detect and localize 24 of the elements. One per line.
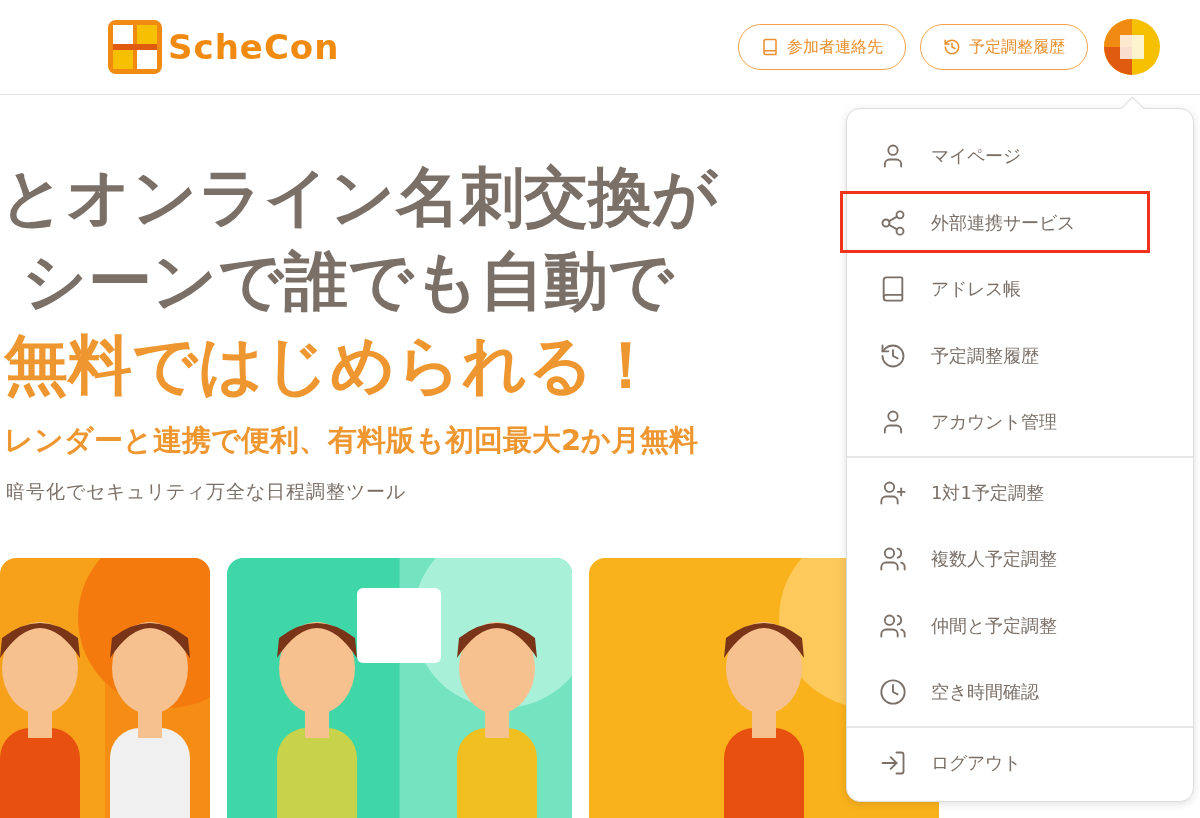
logo-icon bbox=[108, 20, 162, 74]
headline: 無料ではじめられる！ bbox=[4, 327, 658, 404]
subheadline: レンダーと連携で便利、有料版も初回最大2か月無料 bbox=[4, 422, 699, 459]
brand-name[interactable]: ScheCon bbox=[168, 27, 340, 67]
history-icon bbox=[943, 38, 961, 56]
menu-item[interactable]: 仲間と予定調整 bbox=[847, 592, 1193, 659]
menu-item[interactable]: 複数人予定調整 bbox=[847, 526, 1193, 593]
menu-item[interactable]: 予定調整履歴 bbox=[847, 322, 1193, 389]
share-icon bbox=[879, 208, 907, 237]
contacts-button[interactable]: 参加者連絡先 bbox=[738, 24, 906, 70]
menu-item[interactable]: アカウント管理 bbox=[847, 389, 1193, 456]
menu-item[interactable]: 空き時間確認 bbox=[847, 659, 1193, 726]
tagline: 暗号化でセキュリティ万全な日程調整ツール bbox=[6, 479, 406, 504]
headline: とオンライン名刺交換が bbox=[0, 159, 718, 236]
menu-item[interactable]: アドレス帳 bbox=[847, 256, 1193, 323]
menu-item[interactable]: ログアウト bbox=[847, 729, 1193, 796]
menu-item[interactable]: マイページ bbox=[847, 123, 1193, 190]
menu-item[interactable]: 外部連携サービス bbox=[847, 189, 1193, 256]
clock-icon bbox=[879, 678, 907, 707]
book-icon bbox=[761, 38, 779, 56]
headline: シーンで誰でも自動で bbox=[22, 243, 674, 320]
menu-item[interactable]: 1対1予定調整 bbox=[847, 459, 1193, 526]
avatar-icon[interactable] bbox=[1104, 19, 1160, 75]
history-button[interactable]: 予定調整履歴 bbox=[920, 24, 1088, 70]
